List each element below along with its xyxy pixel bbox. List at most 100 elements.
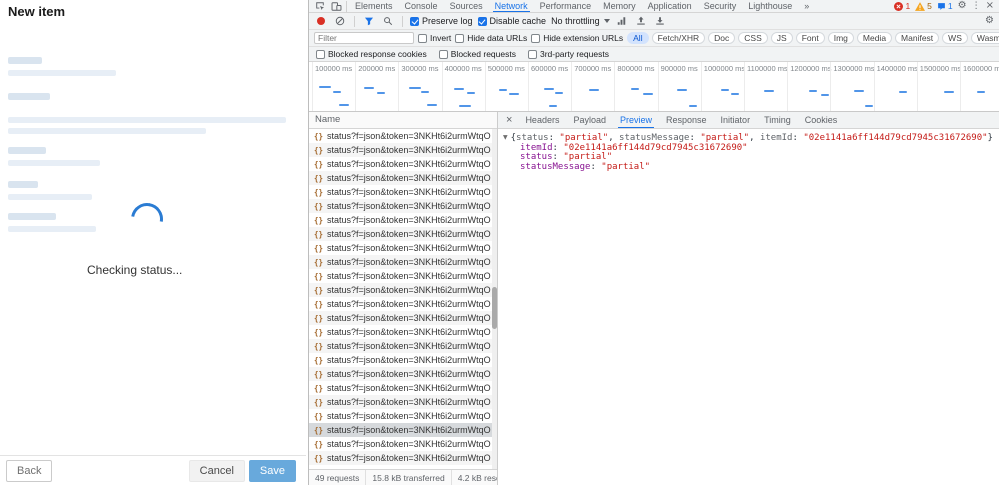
request-row[interactable]: {}status?f=json&token=3NKHt6i2urmWtqOu… [309, 423, 497, 437]
close-devtools-icon[interactable]: × [986, 1, 994, 11]
filter-chip-wasm[interactable]: Wasm [971, 32, 999, 44]
issues-icon [937, 2, 946, 11]
hide-data-urls-checkbox[interactable]: Hide data URLs [455, 33, 527, 43]
devtools-tab-application[interactable]: Application [642, 0, 698, 13]
invert-checkbox[interactable]: Invert [418, 33, 451, 43]
request-mark [764, 90, 774, 92]
request-row[interactable]: {}status?f=json&token=3NKHt6i2urmWtqOu… [309, 325, 497, 339]
request-row[interactable]: {}status?f=json&token=3NKHt6i2urmWtqOu… [309, 227, 497, 241]
request-row[interactable]: {}status?f=json&token=3NKHt6i2urmWtqOu… [309, 199, 497, 213]
expand-caret-icon[interactable]: ▼ [503, 134, 508, 141]
filter-chip-js[interactable]: JS [771, 32, 793, 44]
preserve-log-checkbox[interactable]: Preserve log [410, 16, 473, 26]
devtools-tab-sources[interactable]: Sources [444, 0, 489, 13]
json-file-icon: {} [314, 174, 323, 183]
request-name: status?f=json&token=3NKHt6i2urmWtqOu… [327, 439, 491, 449]
request-mark [721, 89, 729, 91]
scrollbar-thumb[interactable] [492, 287, 497, 329]
request-row[interactable]: {} status?f=json&token=3NKHt6i2urmWtqOu… [309, 171, 497, 185]
request-row[interactable]: {}status?f=json&token=3NKHt6i2urmWtqOu… [309, 339, 497, 353]
request-name: status?f=json&token=3NKHt6i2urmWtqOu… [327, 145, 491, 155]
request-name: status?f=json&token=3NKHt6i2urmWtqOu… [327, 131, 491, 141]
filter-chip-ws[interactable]: WS [942, 32, 968, 44]
devtools-tab-security[interactable]: Security [698, 0, 743, 13]
request-row[interactable]: {}status?f=json&token=3NKHt6i2urmWtqOu… [309, 297, 497, 311]
more-tabs-button[interactable]: » [798, 0, 815, 13]
filter-input[interactable] [314, 32, 414, 44]
detail-tab-headers[interactable]: Headers [518, 112, 566, 129]
filter-chip-all[interactable]: All [627, 32, 648, 44]
throttling-dropdown[interactable]: No throttling [551, 16, 610, 26]
save-button[interactable]: Save [249, 460, 296, 482]
devtools-tab-performance[interactable]: Performance [534, 0, 598, 13]
preview-property: statusMessage: "partial" [503, 163, 994, 173]
request-row[interactable]: {}status?f=json&token=3NKHt6i2urmWtqOu… [309, 381, 497, 395]
request-row[interactable]: {}status?f=json&token=3NKHt6i2urmWtqOu… [309, 185, 497, 199]
filter-chip-media[interactable]: Media [857, 32, 892, 44]
filter-funnel-icon[interactable] [362, 16, 376, 26]
request-row[interactable]: {}status?f=json&token=3NKHt6i2urmWtqOu… [309, 129, 497, 143]
network-conditions-icon[interactable] [615, 16, 629, 26]
detail-tab-response[interactable]: Response [659, 112, 714, 129]
inspect-element-icon[interactable] [312, 1, 328, 11]
back-button[interactable]: Back [6, 460, 52, 482]
import-har-icon[interactable] [634, 16, 648, 26]
issues-badge[interactable]: 1 [937, 1, 953, 11]
cancel-button[interactable]: Cancel [189, 460, 245, 482]
warning-badge[interactable]: 5 [915, 1, 932, 11]
detail-tab-timing[interactable]: Timing [757, 112, 798, 129]
request-row[interactable]: {}status?f=json&token=3NKHt6i2urmWtqOu… [309, 451, 497, 465]
request-row[interactable]: {}status?f=json&token=3NKHt6i2urmWtqOu… [309, 283, 497, 297]
detail-tab-initiator[interactable]: Initiator [714, 112, 758, 129]
timeline-tick-label: 1500000 ms [920, 64, 961, 73]
disable-cache-checkbox[interactable]: Disable cache [478, 16, 547, 26]
request-row[interactable]: {}status?f=json&token=3NKHt6i2urmWtqOu… [309, 213, 497, 227]
devtools-tab-console[interactable]: Console [399, 0, 444, 13]
checkbox-3rd-party-requests[interactable]: 3rd-party requests [528, 49, 609, 59]
request-row[interactable]: {}status?f=json&token=3NKHt6i2urmWtqOu… [309, 143, 497, 157]
filter-chip-doc[interactable]: Doc [708, 32, 735, 44]
devtools-tab-network[interactable]: Network [489, 0, 534, 13]
request-row[interactable]: {}status?f=json&token=3NKHt6i2urmWtqOu… [309, 157, 497, 171]
settings-gear-icon[interactable]: ⚙ [958, 1, 967, 11]
hide-extension-urls-checkbox[interactable]: Hide extension URLs [531, 33, 623, 43]
request-name: status?f=json&token=3NKHt6i2urmWtqOu… [327, 173, 491, 183]
filter-chip-manifest[interactable]: Manifest [895, 32, 939, 44]
request-row[interactable]: {}status?f=json&token=3NKHt6i2urmWtqOu… [309, 241, 497, 255]
devtools-tab-elements[interactable]: Elements [349, 0, 399, 13]
detail-tab-payload[interactable]: Payload [566, 112, 613, 129]
checkbox-blocked-requests[interactable]: Blocked requests [439, 49, 516, 59]
device-toolbar-icon[interactable] [328, 1, 344, 12]
export-har-icon[interactable] [653, 16, 667, 26]
kebab-menu-icon[interactable]: ⋮ [972, 2, 981, 11]
devtools-tab-lighthouse[interactable]: Lighthouse [742, 0, 798, 13]
detail-tab-preview[interactable]: Preview [613, 112, 659, 129]
request-row[interactable]: {}status?f=json&token=3NKHt6i2urmWtqOu… [309, 367, 497, 381]
devtools-tab-memory[interactable]: Memory [597, 0, 642, 13]
request-row[interactable]: {}status?f=json&token=3NKHt6i2urmWtqOu… [309, 311, 497, 325]
network-main: Name {} status?f=json&token=3NKHt6i2urmWt… [309, 112, 999, 485]
request-row[interactable]: {}status?f=json&token=3NKHt6i2urmWtqOu… [309, 437, 497, 451]
request-row[interactable]: {}status?f=json&token=3NKHt6i2urmWtqOu… [309, 395, 497, 409]
search-icon[interactable] [381, 16, 395, 26]
detail-tab-cookies[interactable]: Cookies [798, 112, 845, 129]
request-row[interactable]: {}status?f=json&token=3NKHt6i2urmWtqOu… [309, 269, 497, 283]
record-network-log-icon[interactable] [314, 17, 328, 25]
network-settings-gear-icon[interactable]: ⚙ [985, 16, 994, 26]
filter-chip-fetch-xhr[interactable]: Fetch/XHR [652, 32, 706, 44]
request-row[interactable]: {}status?f=json&token=3NKHt6i2urmWtqOu… [309, 255, 497, 269]
clear-network-log-icon[interactable] [333, 16, 347, 26]
name-column-header[interactable]: Name [309, 112, 497, 129]
checkbox-blocked-response-cookies[interactable]: Blocked response cookies [316, 49, 427, 59]
request-row[interactable]: {}status?f=json&token=3NKHt6i2urmWtqOu… [309, 353, 497, 367]
request-name: status?f=json&token=3NKHt6i2urmWtqOu… [327, 411, 491, 421]
request-name: status?f=json&token=3NKHt6i2urmWtqOu… [327, 257, 491, 267]
waterfall-overview[interactable]: 100000 ms200000 ms300000 ms400000 ms5000… [309, 62, 999, 112]
error-badge[interactable]: 1 [894, 1, 910, 11]
filter-chip-css[interactable]: CSS [738, 32, 767, 44]
close-detail-icon[interactable]: × [500, 114, 518, 126]
json-file-icon: {} [314, 412, 323, 421]
filter-chip-font[interactable]: Font [796, 32, 825, 44]
request-row[interactable]: {} status?f=json&token=3NKHt6i2urmWtqOu… [309, 409, 497, 423]
filter-chip-img[interactable]: Img [828, 32, 854, 44]
